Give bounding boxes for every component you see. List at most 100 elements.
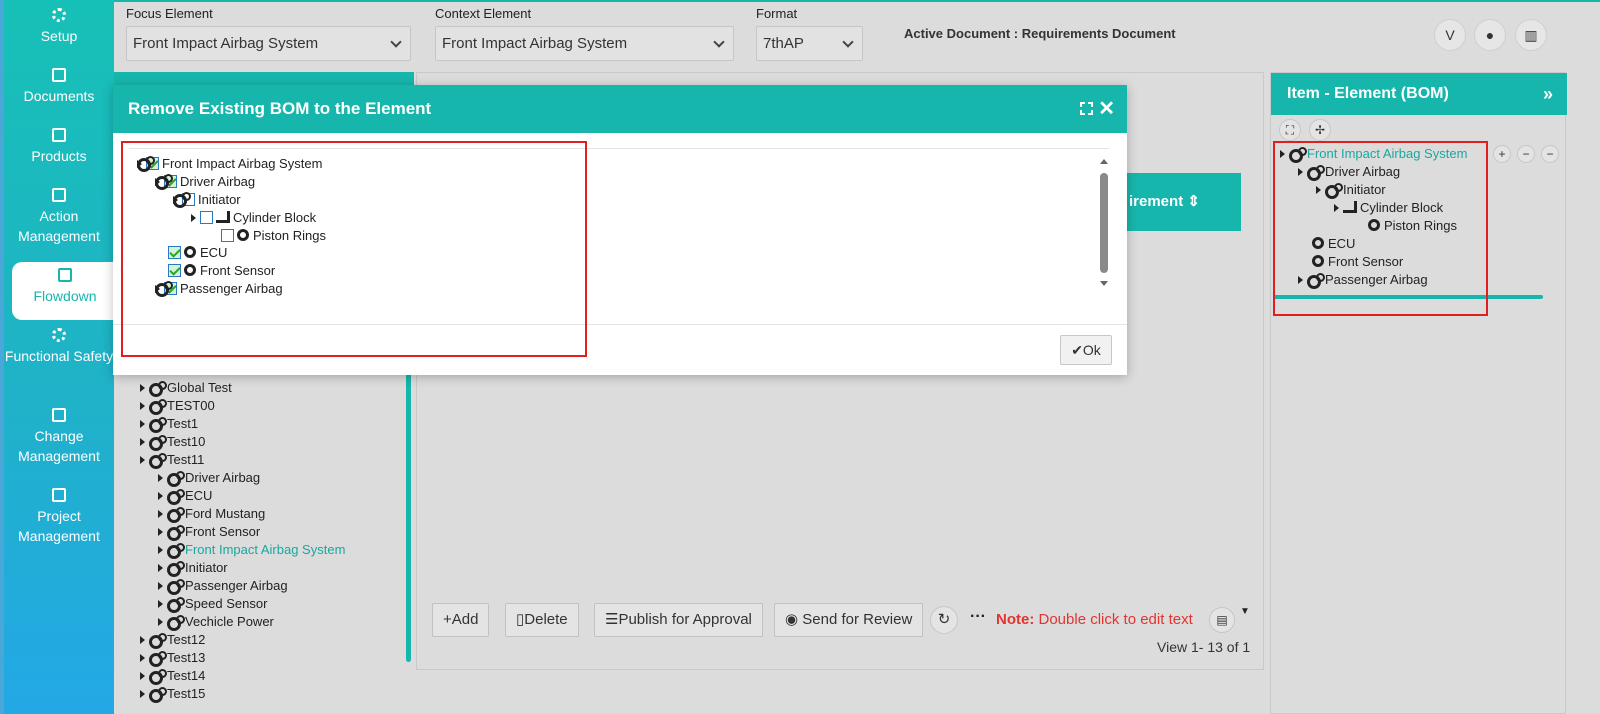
plus-icon: +: [443, 611, 452, 628]
expand-icon[interactable]: [158, 600, 163, 608]
nav-flowdown[interactable]: Flowdown: [12, 262, 118, 320]
collapse-all-button[interactable]: ✢: [1309, 119, 1331, 141]
nav-documents-label: Documents: [23, 88, 95, 104]
tree-row[interactable]: Test15: [140, 686, 205, 704]
expand-icon[interactable]: [158, 564, 163, 572]
expand-icon[interactable]: [140, 402, 145, 410]
gears-icon: [167, 615, 185, 631]
tree-row[interactable]: Front Impact Airbag System: [158, 542, 345, 560]
export-button[interactable]: ▤: [1209, 607, 1235, 633]
tree-row[interactable]: Test14: [140, 668, 205, 686]
gears-icon: [52, 8, 66, 22]
tree-row-label: Front Sensor: [185, 524, 261, 539]
expand-icon[interactable]: [158, 582, 163, 590]
nav-change-management[interactable]: Change Management: [4, 408, 114, 466]
expand-icon[interactable]: [140, 384, 145, 392]
expand-icon[interactable]: [158, 510, 163, 518]
expand-icon[interactable]: [140, 690, 145, 698]
nav-project-management[interactable]: Project Management: [4, 488, 114, 546]
tree-row[interactable]: Speed Sensor: [158, 596, 267, 614]
chevron-down-icon: [713, 36, 725, 48]
delete-button[interactable]: ▯Delete: [505, 603, 579, 637]
bom-remove-all-button[interactable]: −: [1541, 145, 1559, 163]
tree-row[interactable]: Test12: [140, 632, 205, 650]
nav-flowdown-label: Flowdown: [33, 288, 97, 304]
scroll-thumb[interactable]: [1100, 173, 1108, 273]
format-select[interactable]: 7thAP: [756, 26, 863, 61]
tree-row[interactable]: Passenger Airbag: [158, 578, 288, 596]
dialog-scrollbar[interactable]: [1097, 157, 1109, 286]
add-button[interactable]: +Add: [432, 603, 490, 637]
tree-row-label: Test1: [167, 416, 199, 431]
expand-icon[interactable]: [140, 438, 145, 446]
maximize-icon[interactable]: [1080, 102, 1093, 115]
building-icon: [58, 268, 72, 282]
tree-row-label: Front Impact Airbag System: [185, 542, 346, 557]
tree-row[interactable]: Test11: [140, 452, 204, 470]
refresh-button[interactable]: ↻: [930, 606, 958, 634]
tree-row-label: Speed Sensor: [185, 596, 268, 611]
tree-row[interactable]: Test1: [140, 416, 198, 434]
tree-row[interactable]: Initiator: [158, 560, 228, 578]
nav-products[interactable]: Products: [4, 128, 114, 166]
tree-row[interactable]: ECU: [158, 488, 212, 506]
nav-documents[interactable]: Documents: [4, 68, 114, 106]
expand-icon[interactable]: [158, 474, 163, 482]
scroll-down-icon[interactable]: [1100, 281, 1108, 286]
chart-button[interactable]: ▥: [1515, 19, 1547, 51]
requirement-column-label: irement: [1129, 193, 1184, 210]
expand-icon[interactable]: [158, 528, 163, 536]
context-element-select[interactable]: Front Impact Airbag System: [435, 26, 734, 61]
more-icon[interactable]: ···: [970, 608, 986, 626]
left-panel-scrollbar[interactable]: [406, 372, 411, 662]
focus-element-value: Front Impact Airbag System: [133, 35, 319, 52]
vine-button[interactable]: V: [1434, 19, 1466, 51]
scroll-up-icon[interactable]: [1100, 159, 1108, 164]
expand-icon[interactable]: [140, 636, 145, 644]
context-element-label: Context Element: [435, 6, 532, 21]
tree-row-label: Test11: [167, 452, 205, 467]
tree-row[interactable]: Global Test: [140, 380, 232, 398]
tree-row[interactable]: Test13: [140, 650, 205, 668]
drop-button[interactable]: ●: [1474, 19, 1506, 51]
close-icon[interactable]: ✕: [1098, 85, 1115, 133]
requirement-column-header[interactable]: irement ⇕: [1127, 173, 1241, 231]
bom-add-button[interactable]: +: [1493, 145, 1511, 163]
gears-icon: [149, 381, 167, 397]
publish-approval-button[interactable]: ☰Publish for Approval: [594, 603, 763, 637]
tree-row[interactable]: Front Sensor: [158, 524, 260, 542]
vine-icon: V: [1445, 27, 1455, 43]
expand-icon[interactable]: [140, 672, 145, 680]
focus-element-select[interactable]: Front Impact Airbag System: [126, 26, 411, 61]
check-icon: ✔: [1071, 342, 1083, 358]
tree-row[interactable]: Ford Mustang: [158, 506, 265, 524]
ok-button[interactable]: ✔Ok: [1060, 335, 1112, 365]
collapse-icon[interactable]: [140, 456, 145, 464]
gears-icon: [149, 669, 167, 685]
bom-panel-title: Item - Element (BOM): [1287, 85, 1449, 102]
note-message: Double click to edit text: [1038, 611, 1193, 628]
expand-icon[interactable]: [158, 618, 163, 626]
expand-icon[interactable]: [140, 654, 145, 662]
nav-action-management[interactable]: Action Management: [4, 188, 114, 246]
tree-row[interactable]: TEST00: [140, 398, 215, 416]
expand-icon[interactable]: [140, 420, 145, 428]
tree-row[interactable]: Vechicle Power: [158, 614, 274, 632]
nav-setup[interactable]: Setup: [4, 8, 114, 46]
nav-project-management-label: Project Management: [18, 508, 100, 544]
compress-icon: ✢: [1314, 123, 1326, 137]
tree-row[interactable]: Driver Airbag: [158, 470, 260, 488]
pagination-text: View 1- 13 of 1: [1157, 639, 1251, 655]
expand-all-button[interactable]: ⛶: [1279, 119, 1301, 141]
plus-icon: +: [1498, 147, 1506, 161]
expand-icon[interactable]: [158, 546, 163, 554]
send-review-button[interactable]: ◉ Send for Review: [774, 603, 924, 637]
bom-remove-button[interactable]: −: [1517, 145, 1535, 163]
expand-icon[interactable]: [158, 492, 163, 500]
double-chevron-right-icon[interactable]: »: [1543, 73, 1553, 115]
publish-approval-label: Publish for Approval: [618, 611, 752, 628]
tree-row[interactable]: Test10: [140, 434, 205, 452]
nav-functional-safety[interactable]: Functional Safety: [4, 328, 114, 366]
top-bar: Focus Element Front Impact Airbag System…: [114, 0, 1600, 66]
caret-down-icon[interactable]: ▼: [1240, 606, 1250, 617]
